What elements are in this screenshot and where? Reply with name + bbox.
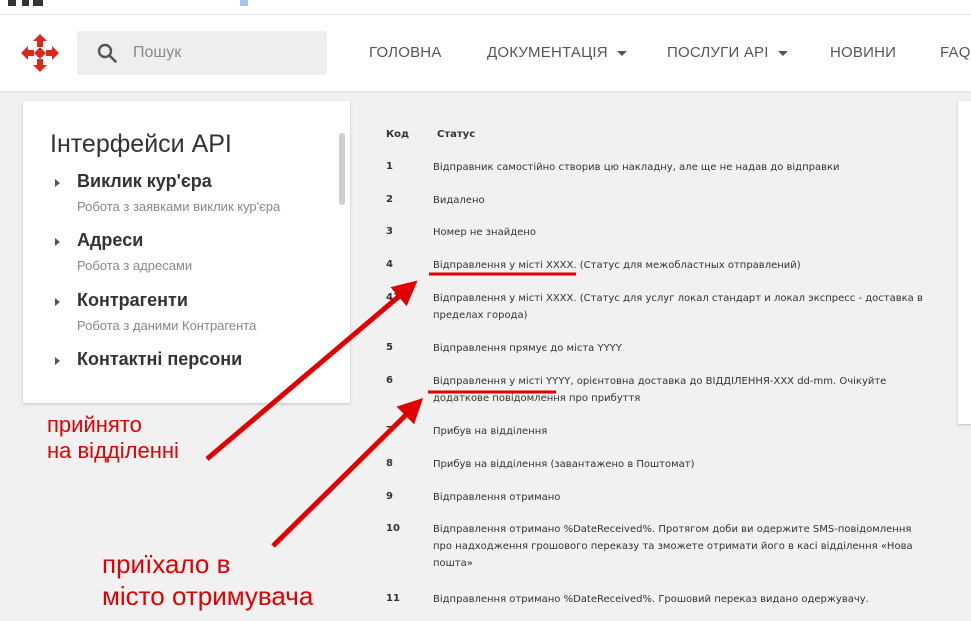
nav-documentation[interactable]: ДОКУМЕНТАЦІЯ bbox=[487, 44, 627, 61]
nav-home[interactable]: ГОЛОВНА bbox=[369, 44, 442, 61]
search-icon[interactable] bbox=[97, 43, 117, 63]
row-status: Прибув на відділення bbox=[433, 426, 548, 437]
chevron-down-icon bbox=[777, 50, 788, 56]
chevron-right-icon bbox=[55, 298, 60, 306]
annotation-received-at-branch: прийнято на відділенні bbox=[47, 412, 179, 463]
row-code: 8 bbox=[386, 458, 393, 469]
sidebar-item-label[interactable]: Контрагенти bbox=[77, 290, 188, 311]
chevron-down-icon bbox=[616, 50, 627, 56]
chevron-right-icon bbox=[55, 357, 60, 365]
sidebar-item-label[interactable]: Контактні персони bbox=[77, 349, 242, 370]
api-sidebar: Інтерфейси API Виклик кур'єра Робота з з… bbox=[23, 101, 350, 403]
row-status: Відправлення отримано bbox=[433, 492, 561, 503]
row-code: 4 bbox=[386, 259, 393, 270]
row-status: Відправлення прямує до міста YYYY bbox=[433, 343, 622, 354]
sidebar-item-label[interactable]: Адреси bbox=[77, 230, 143, 251]
row-status: Відправлення отримано %DateReceived%. Гр… bbox=[433, 594, 869, 605]
sidebar-item-label[interactable]: Виклик кур'єра bbox=[77, 171, 212, 192]
row-code: 7 bbox=[386, 425, 393, 436]
row-code: 11 bbox=[386, 593, 400, 604]
row-code: 9 bbox=[386, 491, 393, 502]
row-code: 1 bbox=[386, 161, 393, 172]
column-header-code: Код bbox=[386, 129, 410, 140]
sidebar-title: Інтерфейси API bbox=[50, 130, 232, 158]
sidebar-item-description: Робота з даними Контрагента bbox=[77, 318, 257, 333]
row-code: 41 bbox=[386, 292, 400, 303]
nova-poshta-logo-icon[interactable] bbox=[20, 33, 60, 73]
row-status: Відправлення отримано %DateReceived%. Пр… bbox=[433, 524, 913, 569]
column-header-status: Статус bbox=[437, 129, 476, 140]
row-status: Відправлення у місті ХХХХ. (Статус для м… bbox=[433, 260, 801, 271]
row-code: 3 bbox=[386, 226, 393, 237]
row-status: Видалено bbox=[433, 195, 485, 206]
row-status: Прибув на відділення (завантажено в Пошт… bbox=[433, 459, 695, 470]
sidebar-item-description: Робота з заявками виклик кур'єра bbox=[77, 199, 281, 214]
row-code: 5 bbox=[386, 342, 393, 353]
row-status: Відправник самостійно створив цю накладн… bbox=[433, 162, 840, 173]
row-status: Номер не знайдено bbox=[433, 227, 536, 238]
right-panel-card bbox=[958, 101, 971, 424]
nav-faq[interactable]: FAQ bbox=[940, 44, 971, 61]
nav-news[interactable]: НОВИНИ bbox=[830, 44, 896, 61]
row-status: Відправлення у місті ХХХХ. (Статус для у… bbox=[433, 293, 923, 321]
annotation-arrived-in-city: приїхало в місто отримувача bbox=[102, 549, 314, 611]
row-code: 6 bbox=[386, 375, 393, 386]
search-box[interactable]: Пошук bbox=[77, 31, 327, 75]
chevron-right-icon bbox=[55, 238, 60, 246]
chevron-right-icon bbox=[55, 179, 60, 187]
sidebar-scrollbar[interactable] bbox=[339, 133, 345, 205]
sidebar-item-description: Робота з адресами bbox=[77, 258, 193, 273]
browser-bookmarks-strip bbox=[0, 0, 971, 15]
row-code: 10 bbox=[386, 523, 400, 534]
nav-api-services[interactable]: ПОСЛУГИ API bbox=[667, 44, 788, 61]
row-code: 2 bbox=[386, 194, 393, 205]
site-header: Пошук ГОЛОВНА ДОКУМЕНТАЦІЯ ПОСЛУГИ API Н… bbox=[0, 15, 971, 91]
row-status: Відправлення у місті YYYY, орієнтовна до… bbox=[433, 376, 887, 404]
search-input[interactable]: Пошук bbox=[133, 44, 181, 62]
